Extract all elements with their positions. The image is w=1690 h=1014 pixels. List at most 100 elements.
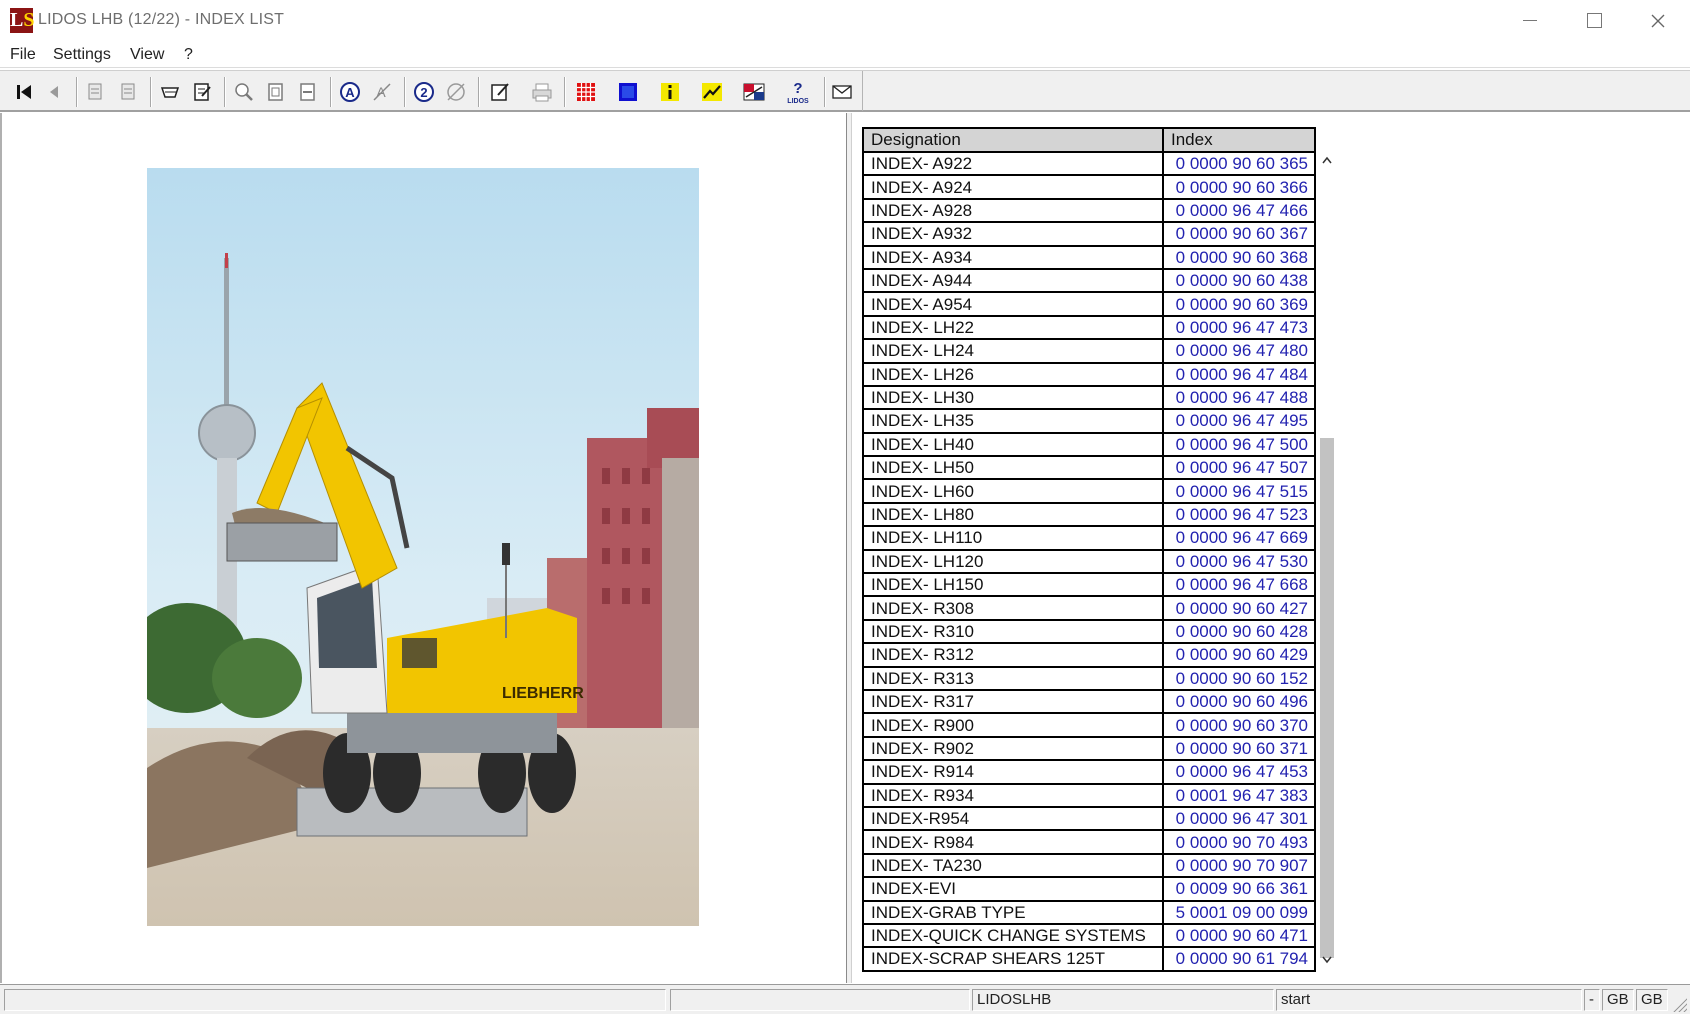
blue-square-icon[interactable] [614, 78, 642, 106]
table-row[interactable]: INDEX- LH80 0 0000 96 47 523 [862, 501, 1316, 528]
language-icon[interactable] [740, 78, 768, 106]
table-row[interactable]: INDEX-SCRAP SHEARS 125T 0 0000 90 61 794 [862, 946, 1316, 972]
grid-icon[interactable] [572, 78, 600, 106]
table-row[interactable]: INDEX-EVI 0 0009 90 66 361 [862, 876, 1316, 902]
index-link[interactable]: 0 0000 96 47 480 [1162, 338, 1316, 364]
table-row[interactable]: INDEX- LH35 0 0000 96 47 495 [862, 408, 1316, 434]
designation-cell[interactable]: INDEX- R934 [862, 782, 1164, 808]
close-button[interactable] [1626, 0, 1690, 42]
index-link[interactable]: 0 0000 96 47 301 [1162, 805, 1316, 832]
menu-settings[interactable]: Settings [53, 46, 111, 64]
table-row[interactable]: INDEX- R310 0 0000 90 60 428 [862, 618, 1316, 645]
scrollbar-thumb[interactable] [1320, 438, 1334, 958]
designation-cell[interactable]: INDEX- R317 [862, 688, 1164, 715]
designation-cell[interactable]: INDEX- LH150 [862, 572, 1164, 598]
index-link[interactable]: 0 0009 90 66 361 [1162, 876, 1316, 902]
basket-icon[interactable] [156, 78, 184, 106]
maximize-button[interactable] [1562, 0, 1626, 42]
menu-view[interactable]: View [130, 46, 164, 64]
designation-cell[interactable]: INDEX- LH24 [862, 338, 1164, 364]
index-link[interactable]: 0 0000 96 47 500 [1162, 431, 1316, 458]
designation-cell[interactable]: INDEX- R308 [862, 595, 1164, 621]
index-link[interactable]: 0 0000 90 60 368 [1162, 244, 1316, 270]
app-logo-icon[interactable]: LS [10, 8, 34, 33]
index-link[interactable]: 0 0000 90 60 366 [1162, 174, 1316, 200]
index-link[interactable]: 0 0000 96 47 523 [1162, 501, 1316, 528]
designation-cell[interactable]: INDEX- LH80 [862, 501, 1164, 528]
designation-cell[interactable]: INDEX- LH30 [862, 384, 1164, 411]
mail-icon[interactable] [828, 78, 856, 106]
search-number-clear-icon[interactable] [442, 78, 470, 106]
fit-width-icon[interactable] [294, 78, 322, 106]
index-link[interactable]: 0 0001 96 47 383 [1162, 782, 1316, 808]
back-document-icon[interactable] [82, 78, 110, 106]
index-link[interactable]: 0 0000 96 47 507 [1162, 455, 1316, 481]
first-page-icon[interactable] [10, 78, 38, 106]
table-row[interactable]: INDEX-QUICK CHANGE SYSTEMS 0 0000 90 60 4… [862, 922, 1316, 949]
index-link[interactable]: 0 0000 90 60 370 [1162, 712, 1316, 738]
table-row[interactable]: INDEX- TA230 0 0000 90 70 907 [862, 852, 1316, 879]
designation-cell[interactable]: INDEX- TA230 [862, 852, 1164, 879]
index-link[interactable]: 0 0000 90 60 365 [1162, 150, 1316, 177]
designation-cell[interactable]: INDEX- LH60 [862, 478, 1164, 504]
table-row[interactable]: INDEX- LH150 0 0000 96 47 668 [862, 572, 1316, 598]
table-row[interactable]: INDEX- LH60 0 0000 96 47 515 [862, 478, 1316, 504]
designation-cell[interactable]: INDEX- A932 [862, 221, 1164, 247]
index-link[interactable]: 0 0000 90 60 371 [1162, 735, 1316, 762]
scroll-up-icon[interactable] [1321, 155, 1333, 165]
index-link[interactable]: 0 0000 96 47 530 [1162, 548, 1316, 575]
table-row[interactable]: INDEX- LH120 0 0000 96 47 530 [862, 548, 1316, 575]
designation-cell[interactable]: INDEX- R902 [862, 735, 1164, 762]
designation-cell[interactable]: INDEX-QUICK CHANGE SYSTEMS [862, 922, 1164, 949]
table-row[interactable]: INDEX- R902 0 0000 90 60 371 [862, 735, 1316, 762]
edit-note-icon[interactable] [486, 78, 514, 106]
designation-cell[interactable]: INDEX- LH26 [862, 361, 1164, 387]
designation-cell[interactable]: INDEX- A944 [862, 267, 1164, 294]
settings-tool-icon[interactable] [698, 78, 726, 106]
table-row[interactable]: INDEX- LH110 0 0000 96 47 669 [862, 525, 1316, 551]
index-link[interactable]: 0 0000 96 47 669 [1162, 525, 1316, 551]
table-row[interactable]: INDEX- R900 0 0000 90 60 370 [862, 712, 1316, 738]
designation-cell[interactable]: INDEX- R900 [862, 712, 1164, 738]
column-header-index[interactable]: Index [1162, 127, 1316, 153]
designation-cell[interactable]: INDEX- R313 [862, 665, 1164, 692]
index-link[interactable]: 0 0000 90 60 471 [1162, 922, 1316, 949]
index-link[interactable]: 0 0000 90 61 794 [1162, 946, 1316, 972]
designation-cell[interactable]: INDEX- LH120 [862, 548, 1164, 575]
index-link[interactable]: 0 0000 96 47 668 [1162, 572, 1316, 598]
designation-cell[interactable]: INDEX-SCRAP SHEARS 125T [862, 946, 1164, 972]
table-row[interactable]: INDEX- R308 0 0000 90 60 427 [862, 595, 1316, 621]
index-link[interactable]: 0 0000 90 60 428 [1162, 618, 1316, 645]
previous-page-icon[interactable] [40, 78, 68, 106]
index-link[interactable]: 0 0000 90 70 493 [1162, 829, 1316, 855]
table-row[interactable]: INDEX- A944 0 0000 90 60 438 [862, 267, 1316, 294]
designation-cell[interactable]: INDEX- A934 [862, 244, 1164, 270]
index-link[interactable]: 0 0000 90 60 367 [1162, 221, 1316, 247]
table-row[interactable]: INDEX- A922 0 0000 90 60 365 [862, 150, 1316, 177]
designation-cell[interactable]: INDEX- LH110 [862, 525, 1164, 551]
designation-cell[interactable]: INDEX- LH22 [862, 314, 1164, 341]
table-row[interactable]: INDEX- A928 0 0000 96 47 466 [862, 197, 1316, 224]
designation-cell[interactable]: INDEX- R312 [862, 642, 1164, 668]
column-header-designation[interactable]: Designation [862, 127, 1164, 153]
table-row[interactable]: INDEX- A932 0 0000 90 60 367 [862, 221, 1316, 247]
index-link[interactable]: 0 0000 96 47 495 [1162, 408, 1316, 434]
index-link[interactable]: 0 0000 90 60 429 [1162, 642, 1316, 668]
designation-cell[interactable]: INDEX-EVI [862, 876, 1164, 902]
table-row[interactable]: INDEX- R914 0 0000 96 47 453 [862, 759, 1316, 785]
index-link[interactable]: 5 0001 09 00 099 [1162, 899, 1316, 925]
designation-cell[interactable]: INDEX- A954 [862, 291, 1164, 317]
table-row[interactable]: INDEX- LH22 0 0000 96 47 473 [862, 314, 1316, 341]
table-row[interactable]: INDEX- R984 0 0000 90 70 493 [862, 829, 1316, 855]
table-row[interactable]: INDEX- R313 0 0000 90 60 152 [862, 665, 1316, 692]
index-link[interactable]: 0 0000 96 47 466 [1162, 197, 1316, 224]
order-list-icon[interactable] [188, 78, 216, 106]
table-row[interactable]: INDEX- LH30 0 0000 96 47 488 [862, 384, 1316, 411]
scroll-down-icon[interactable] [1321, 955, 1333, 965]
index-link[interactable]: 0 0000 96 47 473 [1162, 314, 1316, 341]
index-link[interactable]: 0 0000 90 70 907 [1162, 852, 1316, 879]
designation-cell[interactable]: INDEX-GRAB TYPE [862, 899, 1164, 925]
designation-cell[interactable]: INDEX- LH35 [862, 408, 1164, 434]
designation-cell[interactable]: INDEX- A928 [862, 197, 1164, 224]
index-link[interactable]: 0 0000 96 47 515 [1162, 478, 1316, 504]
